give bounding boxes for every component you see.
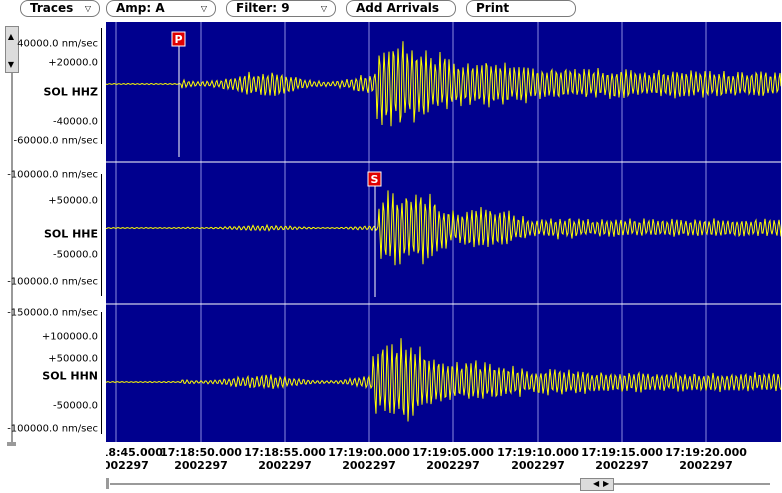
amp-label: -40000.0 <box>53 116 98 128</box>
time-label: 17:19:00.000 <box>328 446 410 459</box>
date-label: 2002297 <box>595 459 649 472</box>
scroll-right-arrow-icon[interactable]: ▶ <box>603 478 609 489</box>
filter-label: Filter: 9 <box>236 1 290 15</box>
traces-menu-button[interactable]: Traces ▽ <box>20 0 100 17</box>
dropdown-arrow-icon: ▽ <box>84 4 91 13</box>
time-label: 17:19:10.000 <box>497 446 579 459</box>
seismogram-plot[interactable]: PS <box>106 22 781 442</box>
date-label: 2002297 <box>426 459 480 472</box>
amp-label: -60000.0 nm/sec <box>13 135 98 147</box>
time-label: 17:19:20.000 <box>665 446 747 459</box>
arrival-pick-label: S <box>371 173 379 186</box>
waveform-sol-hhn <box>106 338 781 422</box>
time-label: 17:18:50.000 <box>160 446 242 459</box>
amp-menu-button[interactable]: Amp: A ▽ <box>106 0 216 17</box>
date-label: 2002297 <box>679 459 733 472</box>
amp-label: -50000.0 <box>53 400 98 412</box>
trace-name: SOL HHE <box>43 227 98 241</box>
amp-label: -100000.0 nm/sec <box>7 423 98 435</box>
date-label: 2002297 <box>511 459 565 472</box>
add-arrivals-button[interactable]: Add Arrivals <box>346 0 456 17</box>
traces-label: Traces <box>30 1 74 15</box>
date-label: 2002297 <box>342 459 396 472</box>
waveform-sol-hhz <box>106 41 781 127</box>
time-label: 17:18:55.000 <box>244 446 326 459</box>
date-label: 2002297 <box>174 459 228 472</box>
amp-label: +20000.0 <box>48 57 98 69</box>
amp-label: -100000.0 nm/sec <box>7 276 98 288</box>
scroll-left-arrow-icon[interactable]: ◀ <box>593 478 599 489</box>
waveform-sol-hhe <box>106 190 781 266</box>
date-label: 2002297 <box>258 459 312 472</box>
horizontal-scrollbar[interactable]: ◀ ▶ <box>106 477 781 491</box>
print-button[interactable]: Print <box>466 0 576 17</box>
amp-label: -50000.0 <box>53 249 98 261</box>
time-label: 17:18:45.000 <box>106 446 163 459</box>
time-label: 17:19:15.000 <box>581 446 663 459</box>
time-axis: 17:18:45.000 2002297 17:18:50.000 200229… <box>106 442 781 476</box>
filter-menu-button[interactable]: Filter: 9 ▽ <box>226 0 336 17</box>
amp-label: 40000.0 nm/sec <box>17 38 98 50</box>
dropdown-arrow-icon: ▽ <box>320 4 327 13</box>
arrival-pick-label: P <box>174 33 182 46</box>
amplitude-labels: 40000.0 nm/sec +20000.0 SOL HHZ -40000.0… <box>0 22 106 442</box>
amp-label: +100000.0 <box>41 331 98 343</box>
time-label: 17:19:05.000 <box>412 446 494 459</box>
amp-label: Amp: A <box>116 1 165 15</box>
amp-label: -100000.0 nm/sec <box>7 169 98 181</box>
date-label: 2002297 <box>106 459 149 472</box>
trace-name: SOL HHN <box>42 369 98 383</box>
trace-name: SOL HHZ <box>43 85 98 99</box>
amp-label: -150000.0 nm/sec <box>7 307 98 319</box>
amp-label: +50000.0 <box>48 353 98 365</box>
seismogram-canvas[interactable]: PS <box>106 22 781 442</box>
toolbar: Traces ▽ Amp: A ▽ Filter: 9 ▽ Add Arriva… <box>0 0 782 20</box>
dropdown-arrow-icon: ▽ <box>200 4 207 13</box>
amp-label: +50000.0 <box>48 195 98 207</box>
